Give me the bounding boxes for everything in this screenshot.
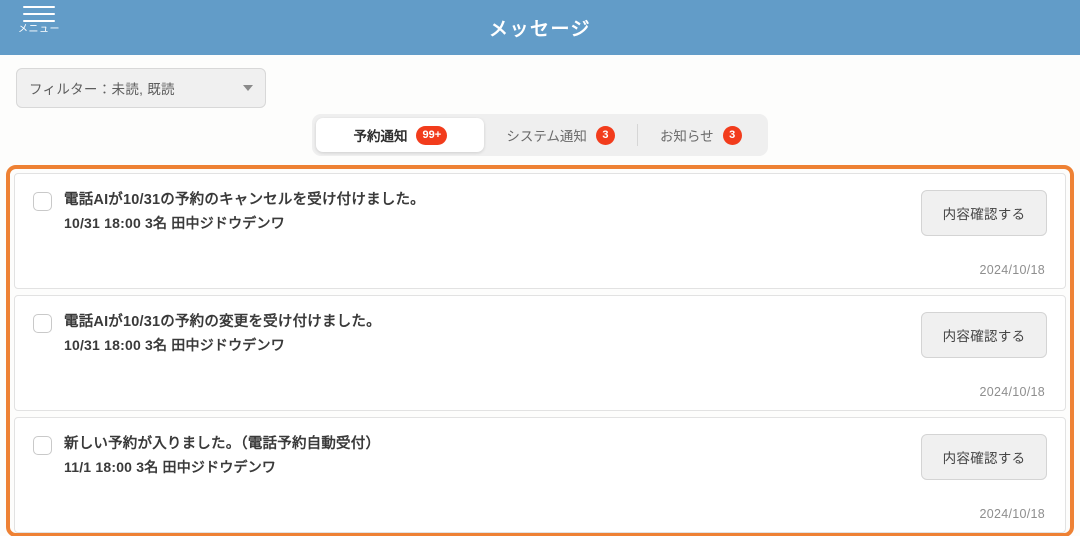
- message-text-block: 新しい予約が入りました。（電話予約自動受付） 11/1 18:00 3名 田中ジ…: [64, 434, 380, 532]
- table-row[interactable]: 電話AIが10/31の予約の変更を受け付けました。 10/31 18:00 3名…: [14, 295, 1066, 411]
- message-title: 新しい予約が入りました。（電話予約自動受付）: [64, 436, 381, 452]
- tab-system-notice[interactable]: システム通知 3: [484, 118, 637, 152]
- message-content: 新しい予約が入りました。（電話予約自動受付） 11/1 18:00 3名 田中ジ…: [33, 434, 897, 532]
- message-content: 電話AIが10/31の予約のキャンセルを受け付けました。 10/31 18:00…: [33, 190, 897, 288]
- menu-button[interactable]: メニュー: [16, 6, 62, 35]
- message-date: 2024/10/18: [979, 385, 1045, 399]
- message-checkbox[interactable]: [33, 436, 52, 455]
- confirm-details-button[interactable]: 内容確認する: [921, 434, 1047, 480]
- tab-label: 予約通知: [353, 129, 408, 144]
- tab-badge: 99+: [416, 125, 448, 145]
- filter-dropdown[interactable]: フィルター：未読, 既読: [16, 68, 266, 108]
- table-row[interactable]: 電話AIが10/31の予約のキャンセルを受け付けました。 10/31 18:00…: [14, 173, 1066, 289]
- menu-button-label: メニュー: [18, 24, 60, 35]
- tab-label: お知らせ: [659, 129, 714, 144]
- tab-badge: 3: [595, 125, 615, 145]
- message-subtitle: 10/31 18:00 3名 田中ジドウデンワ: [64, 215, 285, 232]
- message-text-block: 電話AIが10/31の予約の変更を受け付けました。 10/31 18:00 3名…: [64, 312, 381, 410]
- page-title: メッセージ: [488, 19, 592, 40]
- message-text-block: 電話AIが10/31の予約のキャンセルを受け付けました。 10/31 18:00…: [64, 190, 425, 288]
- tab-announcements[interactable]: お知らせ 3: [638, 118, 764, 152]
- tabs-container: 予約通知 99+ システム通知 3 お知らせ 3: [0, 110, 1080, 156]
- chevron-down-icon: [243, 85, 253, 91]
- tab-reservation-notice[interactable]: 予約通知 99+: [316, 118, 485, 152]
- confirm-details-button[interactable]: 内容確認する: [921, 190, 1047, 236]
- message-subtitle: 10/31 18:00 3名 田中ジドウデンワ: [64, 337, 285, 354]
- message-date: 2024/10/18: [979, 263, 1045, 277]
- message-checkbox[interactable]: [33, 314, 52, 333]
- message-content: 電話AIが10/31の予約の変更を受け付けました。 10/31 18:00 3名…: [33, 312, 897, 410]
- message-list[interactable]: 電話AIが10/31の予約のキャンセルを受け付けました。 10/31 18:00…: [6, 165, 1074, 536]
- message-title: 電話AIが10/31の予約の変更を受け付けました。: [64, 314, 381, 330]
- confirm-details-button[interactable]: 内容確認する: [921, 312, 1047, 358]
- app-header: メニュー メッセージ: [0, 0, 1080, 55]
- hamburger-icon: [23, 6, 55, 22]
- message-date: 2024/10/18: [979, 507, 1045, 521]
- filter-dropdown-label: フィルター：未読, 既読: [29, 82, 175, 97]
- message-title: 電話AIが10/31の予約のキャンセルを受け付けました。: [64, 192, 425, 208]
- table-row[interactable]: 新しい予約が入りました。（電話予約自動受付） 11/1 18:00 3名 田中ジ…: [14, 417, 1066, 533]
- tab-bar: 予約通知 99+ システム通知 3 お知らせ 3: [312, 114, 768, 156]
- message-subtitle: 11/1 18:00 3名 田中ジドウデンワ: [64, 459, 277, 476]
- tab-badge: 3: [722, 125, 742, 145]
- tab-label: システム通知: [506, 129, 587, 144]
- message-checkbox[interactable]: [33, 192, 52, 211]
- filter-row: フィルター：未読, 既読: [0, 55, 1080, 110]
